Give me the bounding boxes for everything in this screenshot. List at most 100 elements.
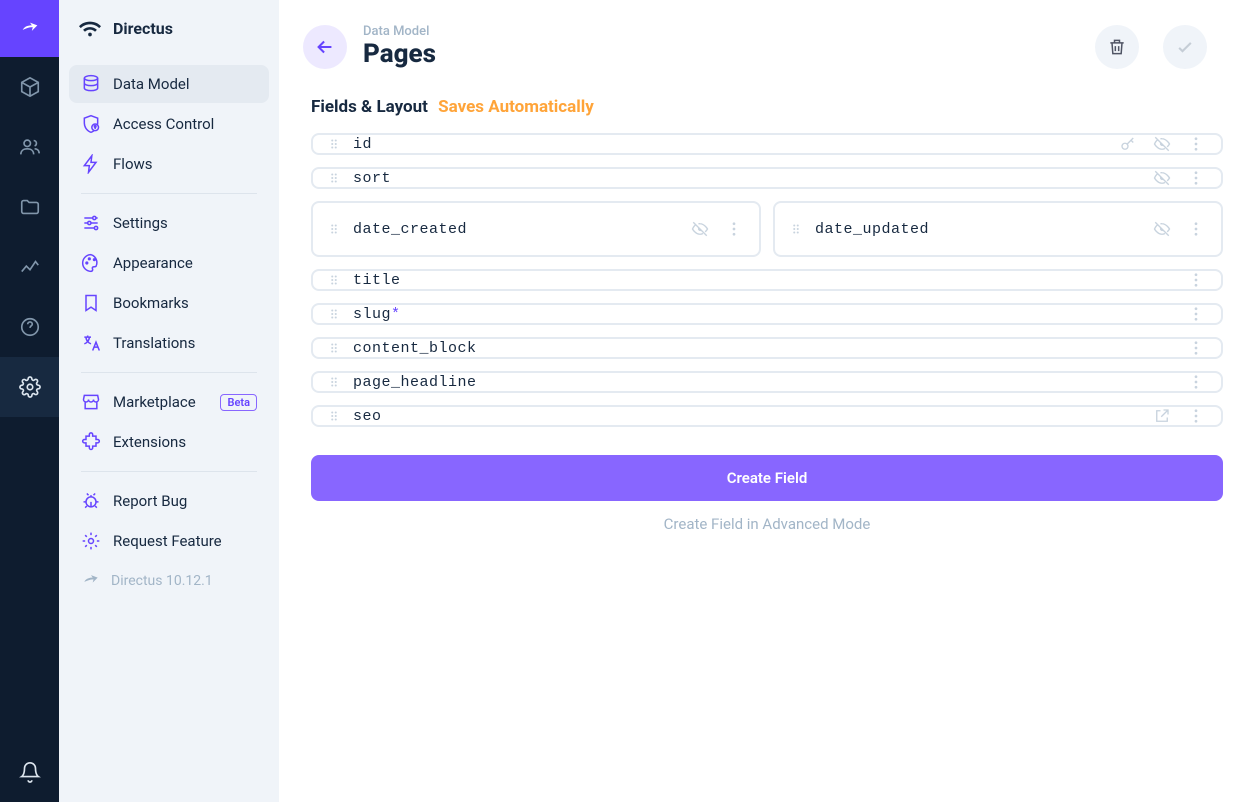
sidebar-label: Appearance xyxy=(113,254,193,272)
hidden-icon[interactable] xyxy=(1151,169,1173,187)
hidden-icon[interactable] xyxy=(689,220,711,238)
palette-icon xyxy=(81,253,101,273)
field-title[interactable]: title xyxy=(311,269,1223,291)
version-info: Directus 10.12.1 xyxy=(69,562,269,600)
store-icon xyxy=(81,392,101,412)
rail-notifications[interactable] xyxy=(0,742,59,802)
extension-icon xyxy=(81,432,101,452)
sidebar-label: Translations xyxy=(113,334,195,352)
drag-handle[interactable] xyxy=(327,307,341,321)
sidebar-label: Data Model xyxy=(113,75,190,93)
bug-icon xyxy=(81,491,101,511)
drag-handle[interactable] xyxy=(789,222,803,236)
sidebar-item-access-control[interactable]: Access Control xyxy=(69,105,269,143)
shield-icon xyxy=(81,114,101,134)
sidebar-label: Flows xyxy=(113,155,153,173)
sidebar-item-extensions[interactable]: Extensions xyxy=(69,423,269,461)
sidebar-item-request-feature[interactable]: Request Feature xyxy=(69,522,269,560)
sliders-icon xyxy=(81,213,101,233)
drag-handle[interactable] xyxy=(327,222,341,236)
field-date_created[interactable]: date_created xyxy=(311,201,761,257)
sidebar-label: Settings xyxy=(113,214,168,232)
rail-users[interactable] xyxy=(0,117,59,177)
more-icon[interactable] xyxy=(1185,271,1207,289)
project-header[interactable]: Directus xyxy=(59,0,279,57)
translate-icon xyxy=(81,333,101,353)
sidebar-label: Request Feature xyxy=(113,532,222,550)
save-button[interactable] xyxy=(1163,25,1207,69)
more-icon[interactable] xyxy=(1185,169,1207,187)
field-name: page_headline xyxy=(353,374,477,391)
drag-handle[interactable] xyxy=(327,273,341,287)
field-name: slug* xyxy=(353,306,401,323)
sidebar-item-appearance[interactable]: Appearance xyxy=(69,244,269,282)
more-icon[interactable] xyxy=(1185,220,1207,238)
back-button[interactable] xyxy=(303,25,347,69)
field-id[interactable]: id xyxy=(311,133,1223,155)
logo[interactable] xyxy=(0,0,59,57)
module-rail xyxy=(0,0,59,802)
hidden-icon[interactable] xyxy=(1151,135,1173,153)
page-title: Pages xyxy=(363,39,436,69)
sidebar-item-translations[interactable]: Translations xyxy=(69,324,269,362)
drag-handle[interactable] xyxy=(327,409,341,423)
sidebar: Directus Data Model Access Control Flows… xyxy=(59,0,279,802)
autosave-label: Saves Automatically xyxy=(438,97,594,117)
create-field-button[interactable]: Create Field xyxy=(311,455,1223,501)
rail-insights[interactable] xyxy=(0,237,59,297)
sidebar-label: Access Control xyxy=(113,115,214,133)
sidebar-label: Bookmarks xyxy=(113,294,189,312)
rail-help[interactable] xyxy=(0,297,59,357)
field-date_updated[interactable]: date_updated xyxy=(773,201,1223,257)
field-name: title xyxy=(353,272,401,289)
delete-button[interactable] xyxy=(1095,25,1139,69)
arrow-left-icon xyxy=(314,36,336,58)
rail-files[interactable] xyxy=(0,177,59,237)
more-icon[interactable] xyxy=(1185,339,1207,357)
sidebar-item-report-bug[interactable]: Report Bug xyxy=(69,482,269,520)
field-sort[interactable]: sort xyxy=(311,167,1223,189)
trash-icon xyxy=(1107,37,1127,57)
rabbit-icon xyxy=(81,571,101,591)
open-icon[interactable] xyxy=(1151,407,1173,425)
more-icon[interactable] xyxy=(1185,407,1207,425)
rail-content[interactable] xyxy=(0,57,59,117)
breadcrumb[interactable]: Data Model xyxy=(363,24,436,39)
drag-handle[interactable] xyxy=(327,137,341,151)
more-icon[interactable] xyxy=(1185,305,1207,323)
field-seo[interactable]: seo xyxy=(311,405,1223,427)
rail-settings[interactable] xyxy=(0,357,59,417)
field-name: seo xyxy=(353,408,382,425)
hidden-icon[interactable] xyxy=(1151,220,1173,238)
main-content: Data Model Pages Fields & Layout Saves A… xyxy=(279,0,1255,802)
more-icon[interactable] xyxy=(723,220,745,238)
check-icon xyxy=(1175,37,1195,57)
sidebar-item-data-model[interactable]: Data Model xyxy=(69,65,269,103)
drag-handle[interactable] xyxy=(327,375,341,389)
more-icon[interactable] xyxy=(1185,373,1207,391)
drag-handle[interactable] xyxy=(327,341,341,355)
sidebar-item-settings[interactable]: Settings xyxy=(69,204,269,242)
section-title: Fields & Layout Saves Automatically xyxy=(311,97,1223,117)
field-name: sort xyxy=(353,170,391,187)
drag-handle[interactable] xyxy=(327,171,341,185)
database-icon xyxy=(81,74,101,94)
field-slug[interactable]: slug* xyxy=(311,303,1223,325)
field-page_headline[interactable]: page_headline xyxy=(311,371,1223,393)
sidebar-item-flows[interactable]: Flows xyxy=(69,145,269,183)
sidebar-label: Extensions xyxy=(113,433,186,451)
project-name: Directus xyxy=(113,19,173,38)
sidebar-item-marketplace[interactable]: Marketplace Beta xyxy=(69,383,269,421)
create-advanced-link[interactable]: Create Field in Advanced Mode xyxy=(311,515,1223,533)
sidebar-item-bookmarks[interactable]: Bookmarks xyxy=(69,284,269,322)
bookmark-icon xyxy=(81,293,101,313)
field-name: date_updated xyxy=(815,221,929,238)
sidebar-label: Report Bug xyxy=(113,492,187,510)
beta-badge: Beta xyxy=(220,394,257,411)
sidebar-label: Marketplace xyxy=(113,393,196,411)
key-icon[interactable] xyxy=(1117,135,1139,153)
more-icon[interactable] xyxy=(1185,135,1207,153)
wifi-icon xyxy=(79,18,101,40)
bolt-icon xyxy=(81,154,101,174)
field-content_block[interactable]: content_block xyxy=(311,337,1223,359)
